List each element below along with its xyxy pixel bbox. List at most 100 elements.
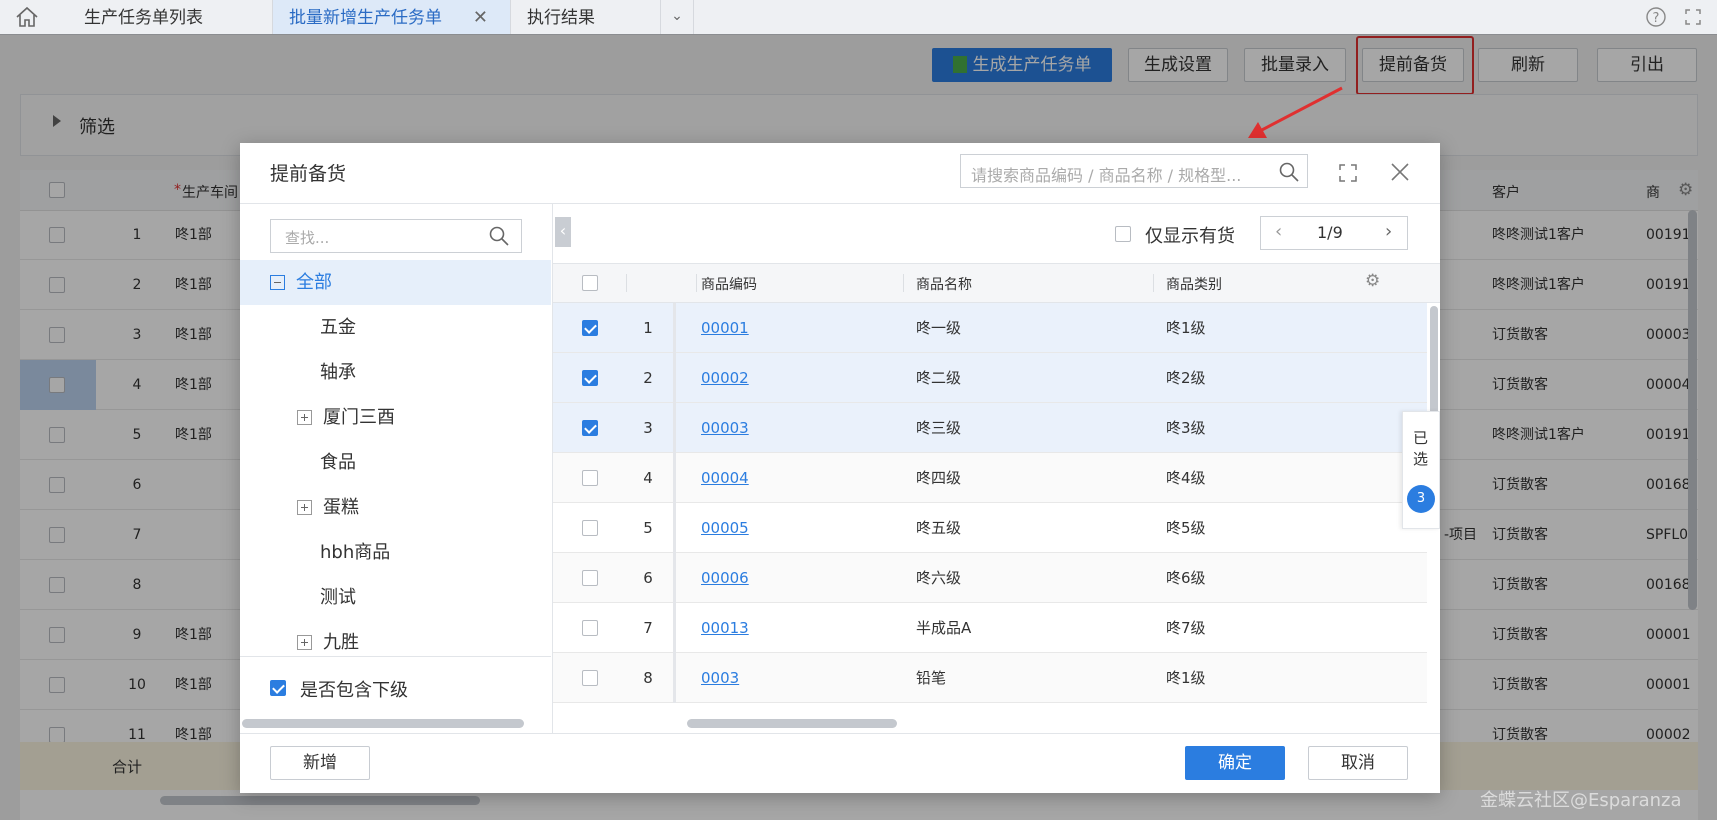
tree-item[interactable]: 厦门三酉 [240, 395, 551, 440]
product-category: 咚6级 [1166, 569, 1206, 587]
pager: ‹ 1/9 › [1260, 216, 1408, 250]
tree-item-label: 轴承 [320, 362, 356, 383]
product-code-link[interactable]: 00003 [701, 403, 749, 453]
column-divider [903, 274, 904, 292]
tree-footer: 是否包含下级 [240, 656, 551, 733]
tree-item-label: 全部 [296, 272, 332, 293]
add-button[interactable]: 新增 [270, 746, 370, 780]
tab-results[interactable]: 执行结果 [511, 0, 661, 34]
product-row[interactable]: 6 00006 咚六级 咚6级 [553, 553, 1427, 603]
tree-item[interactable]: 食品 [240, 440, 551, 485]
row-number: 6 [643, 569, 653, 587]
chevron-down-icon[interactable]: ⌄ [661, 0, 694, 34]
tree-item[interactable]: 测试 [240, 575, 551, 620]
product-row[interactable]: 1 00001 咚一级 咚1级 [553, 303, 1427, 353]
help-icon[interactable]: ? [1646, 7, 1666, 27]
product-code-link[interactable]: 00002 [701, 353, 749, 403]
product-category: 咚1级 [1166, 669, 1206, 687]
grid-vertical-scrollbar[interactable] [1430, 306, 1438, 426]
only-in-stock-label: 仅显示有货 [1145, 226, 1235, 247]
collapse-icon[interactable] [270, 275, 285, 290]
tree-item[interactable]: 五金 [240, 305, 551, 350]
product-category: 咚5级 [1166, 519, 1206, 537]
include-sub-checkbox[interactable] [270, 680, 286, 696]
product-category: 咚7级 [1166, 619, 1206, 637]
row-checkbox[interactable] [582, 320, 598, 336]
product-row[interactable]: 8 0003 铅笔 咚1级 [553, 653, 1427, 703]
tree-item[interactable]: 轴承 [240, 350, 551, 395]
row-checkbox[interactable] [582, 620, 598, 636]
tree-item-label: 食品 [320, 452, 356, 473]
tree-item-label: hbh商品 [320, 542, 391, 563]
tree-search-input[interactable]: 查找... [270, 219, 522, 253]
tree-search-placeholder: 查找... [285, 229, 330, 247]
product-code-link[interactable]: 00013 [701, 603, 749, 653]
tab-bar: 生产任务单列表 批量新增生产任务单 ✕ 执行结果 ⌄ ? [0, 0, 1717, 35]
row-number: 1 [643, 319, 653, 337]
row-checkbox[interactable] [582, 470, 598, 486]
column-separator [673, 603, 676, 653]
row-checkbox[interactable] [582, 670, 598, 686]
product-row[interactable]: 2 00002 咚二级 咚2级 [553, 353, 1427, 403]
row-number: 8 [643, 669, 653, 687]
row-checkbox[interactable] [582, 570, 598, 586]
chevron-left-icon[interactable]: ‹ [1275, 221, 1282, 242]
row-number: 4 [643, 469, 653, 487]
product-name: 咚二级 [916, 369, 962, 387]
expand-icon[interactable] [297, 635, 312, 650]
product-search-input[interactable]: 请搜索商品编码 / 商品名称 / 规格型... [960, 154, 1308, 188]
column-separator [673, 353, 676, 403]
expand-icon[interactable] [297, 500, 312, 515]
search-placeholder: 请搜索商品编码 / 商品名称 / 规格型... [971, 166, 1242, 185]
search-icon[interactable] [489, 226, 509, 246]
product-grid-header: 商品编码 商品名称 商品类别 ⚙ [553, 263, 1440, 303]
category-tree-panel: 查找... 全部 五金 轴承 厦门三酉 食品 蛋糕 hbh商品 测试 九胜 是否包含下级 [240, 204, 553, 733]
product-code-link[interactable]: 00001 [701, 303, 749, 353]
column-separator [673, 653, 676, 703]
tab-batch-add[interactable]: 批量新增生产任务单 ✕ [273, 0, 511, 34]
home-icon[interactable] [14, 6, 40, 28]
product-row[interactable]: 7 00013 半成品A 咚7级 [553, 603, 1427, 653]
product-code-link[interactable]: 0003 [701, 653, 739, 703]
product-name: 半成品A [916, 619, 972, 637]
product-name: 咚三级 [916, 419, 962, 437]
tree-item[interactable]: 蛋糕 [240, 485, 551, 530]
row-checkbox[interactable] [582, 370, 598, 386]
grid-horizontal-scrollbar[interactable] [687, 719, 897, 728]
row-checkbox[interactable] [582, 420, 598, 436]
product-row[interactable]: 4 00004 咚四级 咚4级 [553, 453, 1427, 503]
product-row[interactable]: 5 00005 咚五级 咚5级 [553, 503, 1427, 553]
product-code-link[interactable]: 00005 [701, 503, 749, 553]
page-indicator: 1/9 [1317, 223, 1343, 242]
only-in-stock-checkbox[interactable] [1115, 226, 1131, 242]
fullscreen-icon[interactable] [1684, 8, 1702, 26]
selected-items-tab[interactable]: 已选 3 [1402, 411, 1440, 529]
tree-item[interactable]: 全部 [240, 260, 551, 305]
cancel-button[interactable]: 取消 [1308, 746, 1408, 780]
close-icon[interactable] [1390, 162, 1410, 182]
column-separator [673, 553, 676, 603]
close-icon[interactable]: ✕ [473, 0, 488, 36]
expand-icon[interactable] [297, 410, 312, 425]
chevron-right-icon[interactable]: › [1385, 221, 1392, 242]
maximize-icon[interactable] [1338, 163, 1358, 183]
search-icon[interactable] [1279, 162, 1299, 182]
tree-horizontal-scrollbar[interactable] [242, 719, 524, 728]
confirm-button[interactable]: 确定 [1185, 746, 1285, 780]
select-all-checkbox[interactable] [582, 275, 598, 291]
product-row[interactable]: 3 00003 咚三级 咚3级 [553, 403, 1427, 453]
row-checkbox[interactable] [582, 520, 598, 536]
tab-task-list[interactable]: 生产任务单列表 [68, 0, 273, 34]
product-code-link[interactable]: 00004 [701, 453, 749, 503]
column-divider [1153, 274, 1154, 292]
product-code-link[interactable]: 00006 [701, 553, 749, 603]
product-name: 铅笔 [916, 669, 947, 687]
tree-item[interactable]: hbh商品 [240, 530, 551, 575]
collapse-left-icon[interactable]: ‹ [555, 217, 571, 247]
dialog-title: 提前备货 [270, 163, 347, 185]
product-name: 咚五级 [916, 519, 962, 537]
product-category: 咚3级 [1166, 419, 1206, 437]
svg-text:?: ? [1653, 11, 1660, 26]
column-separator [673, 503, 676, 553]
gear-icon[interactable]: ⚙ [1365, 271, 1380, 291]
